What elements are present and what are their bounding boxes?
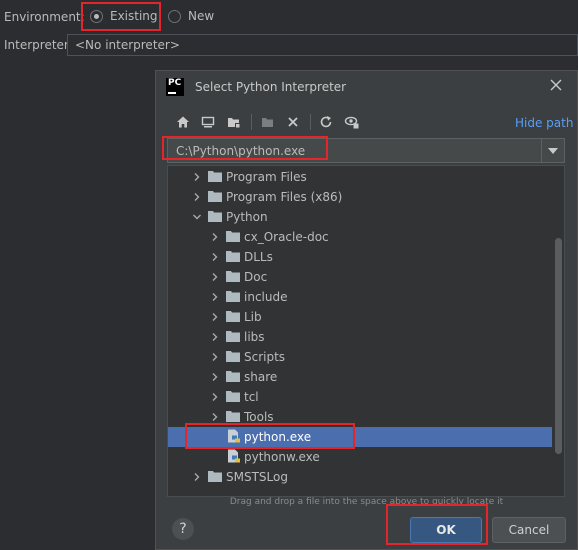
chevron-right-icon[interactable] [210, 412, 220, 422]
tree-folder-item[interactable]: Program Files (x86) [168, 187, 552, 207]
path-dropdown-button[interactable] [541, 139, 564, 162]
toolbar-separator [251, 114, 252, 130]
folder-icon [226, 311, 240, 322]
chevron-right-icon[interactable] [210, 292, 220, 302]
path-highlight-box [162, 136, 328, 160]
refresh-icon[interactable] [317, 113, 335, 131]
tree-item-label: tcl [244, 390, 259, 404]
toolbar-separator [310, 114, 311, 130]
tree-item-label: pythonw.exe [244, 450, 320, 464]
chevron-right-icon[interactable] [192, 192, 202, 202]
tree-item-label: Python [226, 210, 268, 224]
pycharm-logo-icon: PC [166, 78, 184, 96]
tree-item-label: Program Files (x86) [226, 190, 343, 204]
chevron-down-icon[interactable] [192, 212, 202, 222]
tree-folder-item[interactable]: share [168, 367, 552, 387]
tree-folder-item[interactable]: Python [168, 207, 552, 227]
tree-folder-item[interactable]: tcl [168, 387, 552, 407]
tree-folder-item[interactable]: libs [168, 327, 552, 347]
interpreter-field[interactable]: <No interpreter> [67, 34, 578, 56]
interpreter-label: Interpreter: [4, 38, 73, 52]
chevron-right-icon[interactable] [210, 372, 220, 382]
dialog-title: Select Python Interpreter [195, 80, 347, 94]
tree-folder-item[interactable]: Scripts [168, 347, 552, 367]
cancel-button[interactable]: Cancel [492, 517, 566, 543]
tree-item-label: Program Files [226, 170, 307, 184]
chevron-right-icon[interactable] [210, 352, 220, 362]
hide-path-link[interactable]: Hide path [515, 116, 573, 130]
tree-folder-item[interactable]: Doc [168, 267, 552, 287]
help-button[interactable]: ? [172, 518, 194, 540]
new-radio[interactable] [168, 10, 181, 23]
project-folder-icon[interactable] [225, 113, 243, 131]
tree-item-label: include [244, 290, 288, 304]
folder-icon [208, 211, 222, 222]
tree-scrollbar[interactable] [555, 238, 562, 454]
tree-item-label: Tools [244, 410, 274, 424]
tree-item-label: Lib [244, 310, 262, 324]
new-radio-label[interactable]: New [188, 9, 214, 23]
folder-icon [226, 371, 240, 382]
delete-icon[interactable] [284, 113, 302, 131]
close-icon[interactable] [548, 77, 564, 93]
folder-icon [226, 411, 240, 422]
folder-icon [226, 231, 240, 242]
dialog-titlebar: PC Select Python Interpreter [156, 71, 577, 103]
tree-file-item[interactable]: pythonw.exe [168, 447, 552, 467]
tree-item-label: cx_Oracle-doc [244, 230, 329, 244]
home-icon[interactable] [174, 113, 192, 131]
tree-folder-item[interactable]: SMSTSLog [168, 467, 552, 487]
drag-drop-hint: Drag and drop a file into the space abov… [229, 497, 504, 507]
chevron-down-icon [548, 147, 558, 154]
folder-icon [226, 331, 240, 342]
tree-item-label: share [244, 370, 278, 384]
folder-icon [226, 391, 240, 402]
tree-folder-item[interactable]: cx_Oracle-doc [168, 227, 552, 247]
folder-icon [226, 251, 240, 262]
environment-label: Environment: [4, 10, 85, 24]
folder-icon [208, 171, 222, 182]
chevron-right-icon[interactable] [210, 332, 220, 342]
folder-icon [208, 191, 222, 202]
new-folder-icon[interactable] [259, 113, 277, 131]
python-exe-highlight-box [185, 423, 355, 449]
tree-folder-item[interactable]: Lib [168, 307, 552, 327]
chevron-right-icon[interactable] [210, 252, 220, 262]
tree-item-label: SMSTSLog [226, 470, 288, 484]
folder-icon [226, 351, 240, 362]
tree-folder-item[interactable]: DLLs [168, 247, 552, 267]
chevron-right-icon[interactable] [210, 312, 220, 322]
desktop-icon[interactable] [199, 113, 217, 131]
tree-item-label: DLLs [244, 250, 273, 264]
chevron-right-icon[interactable] [192, 172, 202, 182]
ok-highlight-box [386, 504, 488, 545]
folder-icon [226, 271, 240, 282]
tree-item-label: libs [244, 330, 265, 344]
chevron-right-icon[interactable] [192, 472, 202, 482]
show-hidden-icon[interactable] [343, 113, 361, 131]
folder-icon [226, 291, 240, 302]
tree-item-label: Doc [244, 270, 268, 284]
tree-folder-item[interactable]: include [168, 287, 552, 307]
tree-item-label: Scripts [244, 350, 286, 364]
python-file-icon [228, 449, 240, 463]
existing-highlight-box [81, 2, 161, 31]
folder-icon [208, 471, 222, 482]
chevron-right-icon[interactable] [210, 392, 220, 402]
chevron-right-icon[interactable] [210, 232, 220, 242]
interpreter-value: <No interpreter> [75, 38, 180, 52]
tree-folder-item[interactable]: Program Files [168, 167, 552, 187]
chevron-right-icon[interactable] [210, 272, 220, 282]
